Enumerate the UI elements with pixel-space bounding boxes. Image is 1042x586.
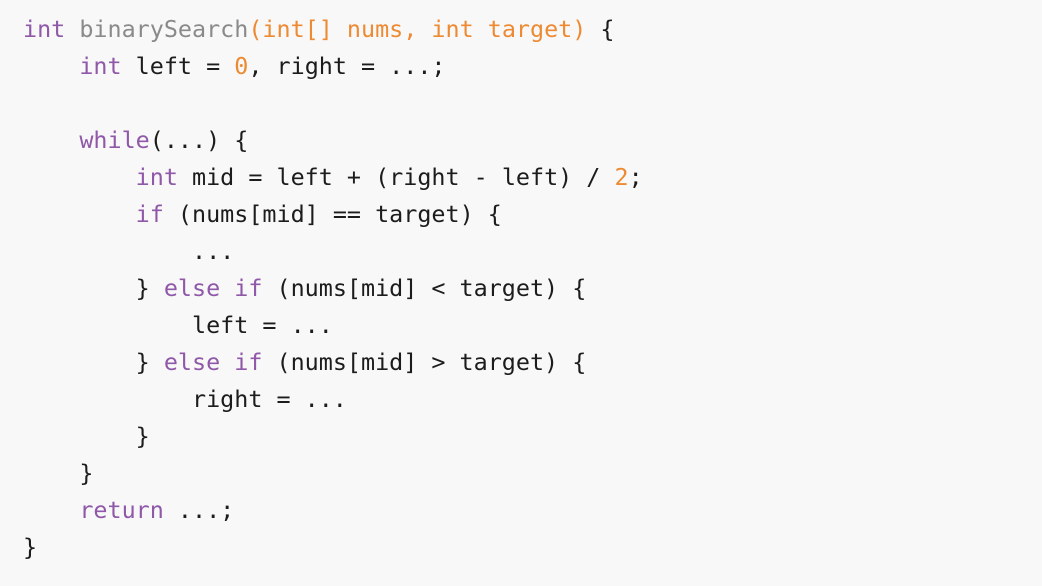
code-token: } [23, 459, 94, 487]
code-line-9: left = ... [23, 307, 1042, 344]
code-token: while [79, 126, 150, 154]
code-line-11: right = ... [23, 381, 1042, 418]
code-token: else if [163, 348, 263, 376]
code-token: int [79, 52, 122, 80]
code-token: (int[] nums, int target) [248, 15, 587, 43]
code-token: } [23, 422, 150, 450]
code-token: else if [163, 274, 263, 302]
code-line-13: } [23, 455, 1042, 492]
code-token: if [135, 200, 164, 228]
code-token: (nums[mid] > target) { [262, 348, 587, 376]
code-token: , right = ...; [248, 52, 446, 80]
code-token: 0 [234, 52, 249, 80]
code-token: ...; [163, 496, 235, 524]
code-token: left = [121, 52, 235, 80]
code-token: int [135, 163, 178, 191]
code-token: (nums[mid] < target) { [262, 274, 587, 302]
code-token: 2 [614, 163, 629, 191]
code-line-2: int left = 0, right = ...; [23, 48, 1042, 85]
code-token: mid = left + (right - left) / [177, 163, 615, 191]
code-line-7: ... [23, 233, 1042, 270]
code-token: } [23, 348, 164, 376]
code-line-5: int mid = left + (right - left) / 2; [23, 159, 1042, 196]
code-token: return [79, 496, 164, 524]
code-token: ; [628, 163, 643, 191]
code-token: binarySearch [79, 15, 249, 43]
code-line-6: if (nums[mid] == target) { [23, 196, 1042, 233]
code-token: } [23, 274, 164, 302]
code-token: (...) { [149, 126, 249, 154]
code-line-8: } else if (nums[mid] < target) { [23, 270, 1042, 307]
code-token: ... [23, 237, 235, 265]
code-line-4: while(...) { [23, 122, 1042, 159]
code-token: } [23, 533, 38, 561]
code-line-1: int binarySearch(int[] nums, int target)… [23, 11, 1042, 48]
code-line-14: return ...; [23, 492, 1042, 529]
code-token: { [586, 15, 615, 43]
code-line-15: } [23, 529, 1042, 566]
code-token: left = ... [23, 311, 333, 339]
code-block: int binarySearch(int[] nums, int target)… [0, 0, 1042, 586]
code-token: (nums[mid] == target) { [163, 200, 502, 228]
code-line-10: } else if (nums[mid] > target) { [23, 344, 1042, 381]
code-token: int [23, 15, 66, 43]
code-line-12: } [23, 418, 1042, 455]
code-token: right = ... [23, 385, 347, 413]
